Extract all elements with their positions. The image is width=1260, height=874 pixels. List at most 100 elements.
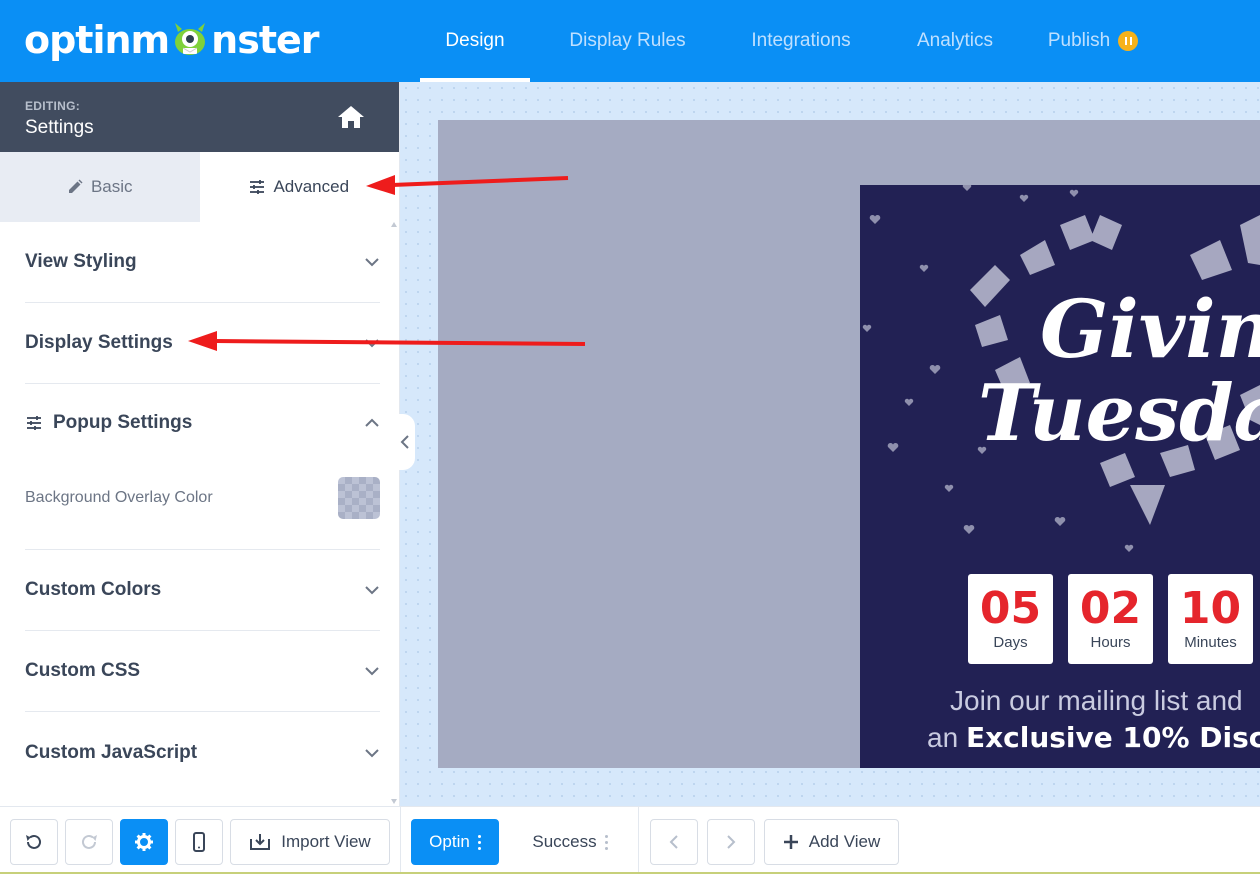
nav-tab-design[interactable]: Design xyxy=(420,0,530,82)
section-custom-css[interactable]: Custom CSS xyxy=(25,631,380,712)
tab-basic-label: Basic xyxy=(90,177,133,196)
popup-body-line2-bold: Exclusive 10% Disco xyxy=(965,721,1260,754)
popup-preview[interactable]: Giving Tuesday 05 Days 02 Hours 10 Minut… xyxy=(860,185,1260,768)
divider xyxy=(638,807,639,874)
success-view-label: Success xyxy=(532,832,597,851)
chevron-right-icon xyxy=(727,835,736,849)
nav-tab-publish-label: Publish xyxy=(1047,30,1111,51)
section-custom-colors-title: Custom Colors xyxy=(25,579,162,600)
background-overlay-color-row: Background Overlay Color xyxy=(25,464,380,550)
redo-button[interactable] xyxy=(65,819,113,865)
background-overlay-color-label: Background Overlay Color xyxy=(25,489,213,506)
chevron-down-icon xyxy=(365,748,379,757)
section-display-settings[interactable]: Display Settings xyxy=(25,303,380,384)
mobile-icon xyxy=(193,832,205,852)
chevron-down-icon xyxy=(365,258,379,267)
scroll-down-arrow[interactable] xyxy=(391,799,397,804)
main-nav: Design Display Rules Integrations Analyt… xyxy=(420,0,1153,82)
tab-advanced[interactable]: Advanced xyxy=(199,152,399,222)
next-view-button[interactable] xyxy=(707,819,755,865)
countdown-days-value: 05 xyxy=(979,583,1042,634)
optinmonster-logo[interactable]: optinm nster xyxy=(24,18,320,62)
optin-view-label: Optin xyxy=(429,832,470,851)
chevron-left-icon xyxy=(669,835,678,849)
nav-tab-analytics-label: Analytics xyxy=(916,30,994,51)
tab-basic[interactable]: Basic xyxy=(0,152,200,222)
nav-tab-display-rules-label: Display Rules xyxy=(569,30,686,51)
sliders-icon xyxy=(27,416,41,430)
popup-title-line2: Tuesday xyxy=(978,368,1260,459)
nav-tab-display-rules[interactable]: Display Rules xyxy=(530,0,725,82)
undo-button[interactable] xyxy=(10,819,58,865)
sliders-icon xyxy=(249,179,265,195)
editing-header: EDITING: Settings xyxy=(0,82,399,152)
section-view-styling[interactable]: View Styling xyxy=(25,222,380,303)
add-view-button[interactable]: Add View xyxy=(764,819,899,865)
home-icon[interactable] xyxy=(337,104,365,130)
countdown-minutes-value: 10 xyxy=(1179,583,1242,634)
popup-body-line2-prefix: an xyxy=(927,722,959,753)
section-custom-css-title: Custom CSS xyxy=(25,660,141,681)
chevron-up-icon xyxy=(365,418,379,427)
divider xyxy=(400,807,401,874)
sidebar-collapse-toggle[interactable] xyxy=(395,414,415,470)
popup-body-line1: Join our mailing list and xyxy=(950,685,1243,716)
section-view-styling-title: View Styling xyxy=(25,251,137,272)
popup-title-line1: Giving xyxy=(1040,282,1260,376)
settings-tabs: Basic Advanced xyxy=(0,152,399,222)
previous-view-button[interactable] xyxy=(650,819,698,865)
editing-label: EDITING: xyxy=(25,99,81,113)
chevron-left-icon xyxy=(400,435,409,449)
add-view-label: Add View xyxy=(808,832,881,851)
nav-tab-publish[interactable]: Publish xyxy=(1033,0,1153,82)
countdown-days-unit: Days xyxy=(993,634,1028,651)
success-view-button[interactable]: Success xyxy=(515,819,625,865)
bottom-toolbar: Import View Optin Success Add View xyxy=(0,806,1260,874)
nav-tab-integrations[interactable]: Integrations xyxy=(725,0,877,82)
scroll-up-arrow[interactable] xyxy=(391,222,397,227)
nav-tab-integrations-label: Integrations xyxy=(751,30,851,51)
section-custom-javascript-title: Custom JavaScript xyxy=(25,741,198,763)
section-popup-settings[interactable]: Popup Settings xyxy=(25,382,380,464)
section-custom-colors[interactable]: Custom Colors xyxy=(25,550,380,631)
countdown-hours-unit: Hours xyxy=(1090,634,1131,651)
optin-view-button[interactable]: Optin xyxy=(411,819,499,865)
logo-text-left: optinm xyxy=(24,18,170,62)
nav-tab-analytics[interactable]: Analytics xyxy=(877,0,1033,82)
countdown-minutes: 10 Minutes xyxy=(1168,574,1253,664)
countdown-minutes-unit: Minutes xyxy=(1184,634,1237,651)
chevron-down-icon xyxy=(365,339,379,348)
pencil-icon xyxy=(67,179,83,195)
nav-tab-design-label: Design xyxy=(445,30,505,51)
settings-sidebar: EDITING: Settings Basic Advanced View St… xyxy=(0,82,400,806)
monster-logo-icon xyxy=(175,23,206,55)
section-popup-settings-title: Popup Settings xyxy=(53,412,193,433)
editing-title: Settings xyxy=(25,117,94,138)
redo-icon xyxy=(82,834,97,849)
settings-button[interactable] xyxy=(120,819,168,865)
tab-advanced-label: Advanced xyxy=(273,177,350,196)
more-options-icon[interactable] xyxy=(604,833,608,851)
color-swatch[interactable] xyxy=(338,477,380,519)
mobile-preview-button[interactable] xyxy=(175,819,223,865)
heart-graphic: Giving Tuesday xyxy=(862,185,1260,552)
section-popup-settings-header: Popup Settings xyxy=(25,412,192,434)
gear-icon xyxy=(135,833,153,851)
import-icon xyxy=(250,834,271,850)
logo-text-right: nster xyxy=(211,18,319,62)
design-canvas: Giving Tuesday 05 Days 02 Hours 10 Minut… xyxy=(400,82,1260,806)
top-navigation-bar: optinm nster Design Display Rules Integr… xyxy=(0,0,1260,82)
chevron-down-icon xyxy=(365,667,379,676)
countdown-hours-value: 02 xyxy=(1079,583,1142,634)
section-display-settings-title: Display Settings xyxy=(25,332,173,353)
undo-icon xyxy=(26,834,41,849)
pause-icon xyxy=(1118,31,1139,51)
chevron-down-icon xyxy=(365,586,379,595)
more-options-icon[interactable] xyxy=(477,833,481,851)
plus-icon xyxy=(783,835,798,849)
popup-body-line2: an Exclusive 10% Disco xyxy=(927,721,1260,754)
countdown-hours: 02 Hours xyxy=(1068,574,1153,664)
import-view-label: Import View xyxy=(281,832,371,851)
import-view-button[interactable]: Import View xyxy=(230,819,390,865)
section-custom-javascript[interactable]: Custom JavaScript xyxy=(25,712,380,793)
